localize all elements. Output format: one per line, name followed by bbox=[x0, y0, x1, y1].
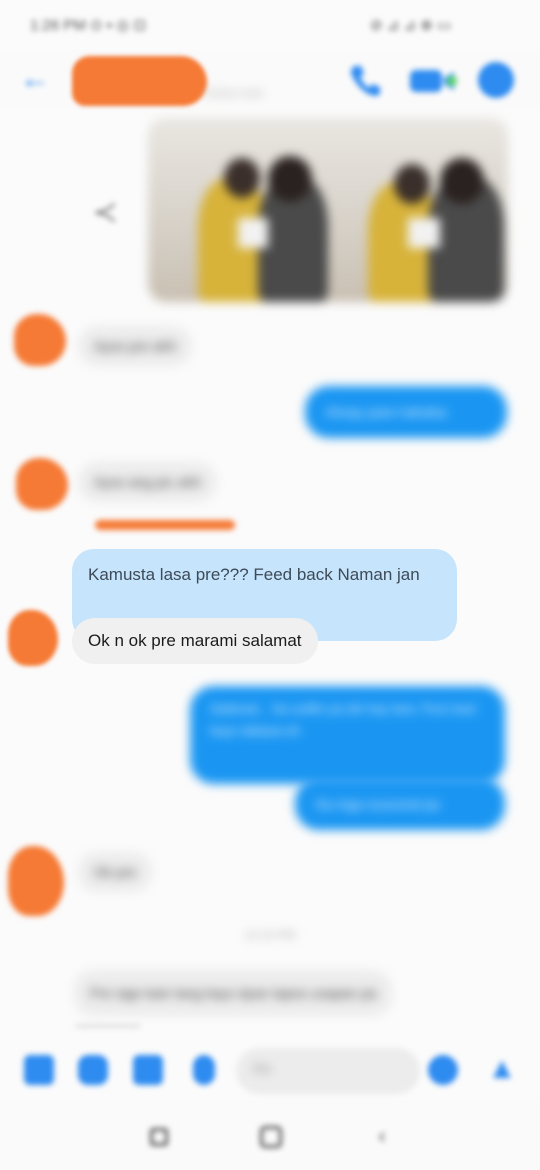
avatar[interactable] bbox=[8, 846, 64, 916]
back-icon[interactable]: ‹ bbox=[372, 1123, 392, 1149]
avatar[interactable] bbox=[8, 610, 58, 666]
redacted-contact-name[interactable] bbox=[72, 56, 207, 106]
photo-detail bbox=[408, 218, 440, 248]
emoji-icon[interactable] bbox=[428, 1055, 458, 1085]
photo-message[interactable] bbox=[148, 118, 508, 302]
mic-icon[interactable] bbox=[193, 1055, 215, 1085]
outgoing-message: Ahsay pare hahaha bbox=[305, 386, 507, 438]
like-icon[interactable]: ▲ bbox=[484, 1052, 520, 1086]
back-arrow-icon[interactable]: ← bbox=[20, 64, 56, 94]
recent-apps-icon[interactable] bbox=[150, 1128, 168, 1146]
replied-label bbox=[95, 520, 235, 534]
timestamp: 12:15 PM bbox=[244, 928, 296, 942]
reply-message[interactable]: Ok n ok pre marami salamat bbox=[72, 618, 318, 664]
video-icon[interactable] bbox=[408, 66, 460, 96]
outgoing-message: Salamat... Sa uulitin pa din kay tara. P… bbox=[190, 686, 505, 784]
phone-icon[interactable] bbox=[345, 60, 385, 100]
status-time: 1:26 PM ⊙ ▪ ◎ ⊡ bbox=[30, 17, 147, 34]
info-icon[interactable] bbox=[478, 62, 514, 98]
camera-icon[interactable] bbox=[78, 1055, 108, 1085]
avatar[interactable] bbox=[14, 314, 66, 366]
photo-head bbox=[268, 156, 312, 202]
menu-icon[interactable] bbox=[24, 1055, 54, 1085]
redacted-reply-label bbox=[95, 520, 235, 530]
active-status: Active now bbox=[205, 86, 264, 100]
photo-left bbox=[148, 118, 328, 302]
outgoing-message: Sa mga susunod pa bbox=[295, 778, 505, 830]
seen-indicator bbox=[76, 1024, 140, 1028]
incoming-message: Ayos pre ahh bbox=[78, 326, 193, 366]
status-indicators: ⊘ ⊿ ⊿ ⊕ ▭ bbox=[370, 17, 452, 34]
message-placeholder: Aa bbox=[252, 1060, 271, 1077]
photo-head bbox=[394, 164, 430, 204]
photo-head bbox=[440, 158, 484, 204]
gallery-icon[interactable] bbox=[133, 1055, 163, 1085]
photo-right bbox=[328, 118, 508, 302]
share-icon[interactable]: ≺ bbox=[88, 196, 122, 230]
incoming-message: Ok pre bbox=[78, 852, 153, 892]
incoming-message: Pre sige kain lang kayo dyan tapos usapa… bbox=[74, 970, 393, 1016]
photo-detail bbox=[238, 218, 268, 248]
incoming-message: Ayos ang pic ahh bbox=[78, 462, 218, 502]
avatar[interactable] bbox=[16, 458, 68, 510]
home-icon[interactable] bbox=[260, 1126, 282, 1148]
photo-head bbox=[224, 158, 260, 198]
